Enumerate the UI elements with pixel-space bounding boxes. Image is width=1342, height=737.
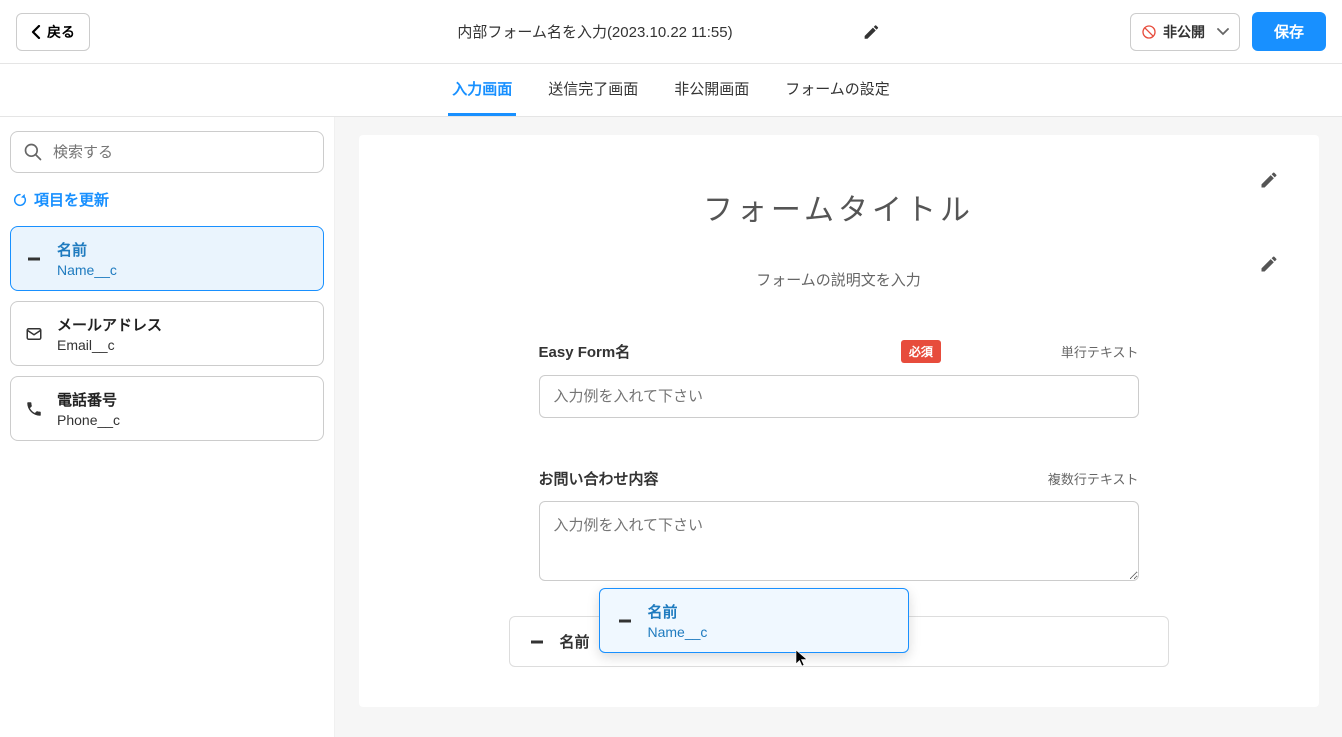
field-type-label: 単行テキスト: [1061, 342, 1139, 361]
canvas: フォームタイトル フォームの説明文を入力 Easy Form名 必須 単行テキス…: [335, 117, 1342, 737]
required-badge: 必須: [901, 340, 941, 363]
form-name: 内部フォーム名を入力(2023.10.22 11:55): [457, 21, 732, 42]
refresh-icon: [12, 192, 28, 208]
tab-complete-screen[interactable]: 送信完了画面: [544, 64, 642, 116]
phone-icon: [25, 400, 43, 418]
refresh-label: 項目を更新: [34, 189, 109, 210]
field-api-name: Email__c: [57, 337, 162, 353]
chevron-down-icon: [1217, 28, 1229, 36]
tab-private-screen[interactable]: 非公開画面: [670, 64, 753, 116]
back-label: 戻る: [47, 22, 75, 42]
chevron-left-icon: [31, 25, 41, 39]
field-card-phone[interactable]: 電話番号 Phone__c: [10, 376, 324, 441]
tabs-bar: 入力画面 送信完了画面 非公開画面 フォームの設定: [0, 64, 1342, 117]
form-field-inquiry: お問い合わせ内容 複数行テキスト: [539, 468, 1139, 586]
sidebar: 項目を更新 名前 Name__c メールアドレス Email__c: [0, 117, 335, 737]
minus-icon: [25, 250, 43, 268]
search-field[interactable]: [10, 131, 324, 173]
form-title: フォームタイトル: [703, 185, 974, 229]
field-label: 名前: [57, 239, 117, 260]
edit-description-button[interactable]: [1259, 254, 1279, 274]
drag-ghost: 名前 Name__c: [599, 588, 909, 653]
field-label: Easy Form名: [539, 341, 631, 362]
tab-input-screen[interactable]: 入力画面: [448, 64, 516, 116]
mail-icon: [25, 325, 43, 343]
field-card-email[interactable]: メールアドレス Email__c: [10, 301, 324, 366]
search-input[interactable]: [53, 144, 311, 161]
header: 戻る 内部フォーム名を入力(2023.10.22 11:55) 非公開 保存: [0, 0, 1342, 64]
visibility-label: 非公開: [1163, 22, 1205, 42]
visibility-dropdown[interactable]: 非公開: [1130, 13, 1240, 51]
drop-label: 名前: [560, 631, 590, 652]
ghost-api: Name__c: [648, 624, 708, 640]
field-label: 電話番号: [57, 389, 120, 410]
text-input[interactable]: [539, 375, 1139, 418]
field-card-name[interactable]: 名前 Name__c: [10, 226, 324, 291]
field-label: お問い合わせ内容: [539, 468, 659, 489]
form-field-easyform-name: Easy Form名 必須 単行テキスト: [539, 340, 1139, 418]
form-surface: フォームタイトル フォームの説明文を入力 Easy Form名 必須 単行テキス…: [359, 135, 1319, 707]
minus-icon: [616, 612, 634, 630]
edit-title-button[interactable]: [1259, 170, 1279, 190]
form-description: フォームの説明文を入力: [756, 269, 921, 290]
field-type-label: 複数行テキスト: [1048, 469, 1139, 488]
field-label: メールアドレス: [57, 314, 162, 335]
edit-form-name-button[interactable]: [859, 19, 885, 45]
tab-form-settings[interactable]: フォームの設定: [781, 64, 894, 116]
minus-icon: [528, 633, 546, 651]
save-button[interactable]: 保存: [1252, 12, 1326, 51]
pencil-icon: [863, 23, 881, 41]
prohibit-icon: [1141, 24, 1157, 40]
search-icon: [23, 142, 43, 162]
field-api-name: Name__c: [57, 262, 117, 278]
textarea-input[interactable]: [539, 501, 1139, 581]
ghost-label: 名前: [648, 601, 708, 622]
field-api-name: Phone__c: [57, 412, 120, 428]
back-button[interactable]: 戻る: [16, 13, 90, 51]
refresh-fields-button[interactable]: 項目を更新: [10, 187, 324, 212]
